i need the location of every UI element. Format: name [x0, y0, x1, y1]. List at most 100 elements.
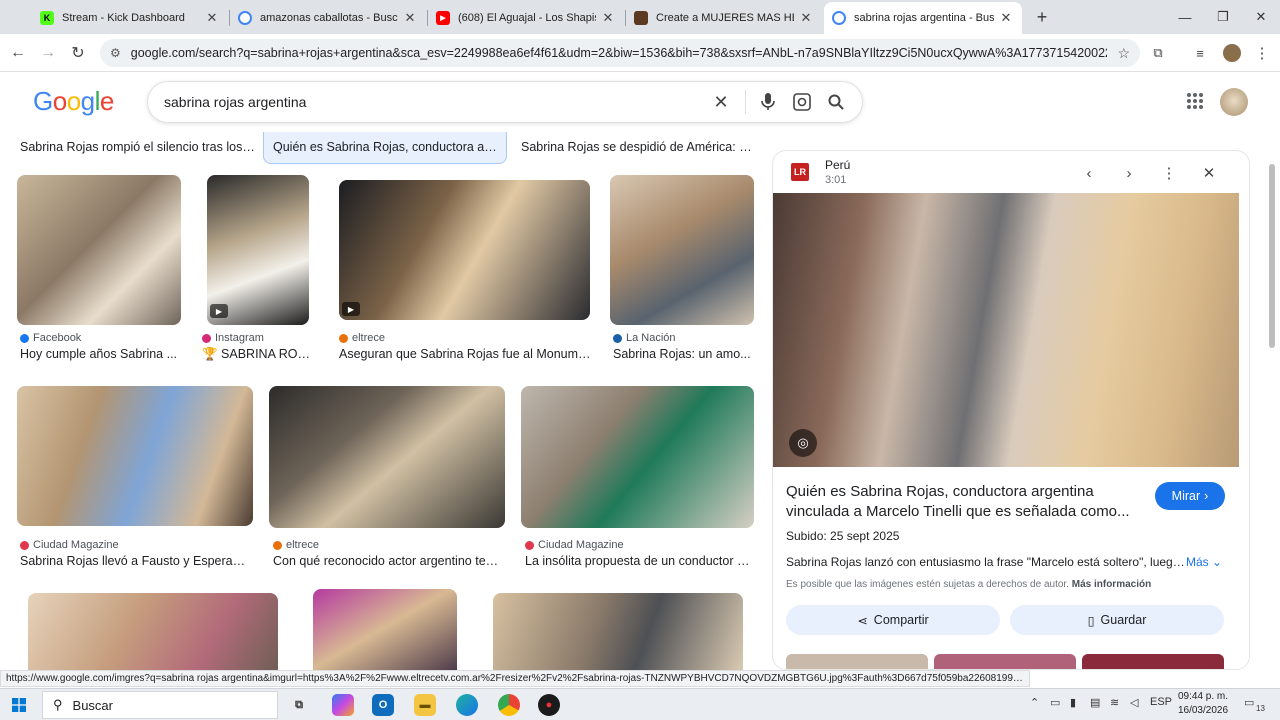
copilot-icon[interactable]: [332, 694, 354, 716]
close-tab-icon[interactable]: ✕: [204, 10, 220, 26]
show-hidden-icons[interactable]: ⌃: [1030, 696, 1039, 709]
video-play-icon: ▶: [342, 302, 360, 316]
tab-sabrina-search[interactable]: sabrina rojas argentina - Buscar ✕: [824, 2, 1022, 34]
close-panel-icon[interactable]: ✕: [1197, 161, 1221, 185]
bookmark-star-icon[interactable]: ☆: [1117, 45, 1130, 62]
windows-start-icon[interactable]: [12, 698, 26, 712]
result-thumbnail[interactable]: [17, 175, 181, 325]
result-thumbnail[interactable]: [610, 175, 754, 325]
lens-search-icon[interactable]: [786, 86, 818, 118]
outlook-icon[interactable]: O: [372, 694, 394, 716]
maximize-button[interactable]: ❐: [1204, 0, 1242, 34]
result-thumbnail[interactable]: [313, 589, 457, 670]
file-explorer-icon[interactable]: ▬: [414, 694, 436, 716]
scrollbar-thumb[interactable]: [1269, 164, 1275, 348]
related-thumbnail[interactable]: [1082, 654, 1224, 669]
tab-label: Create a MUJERES MAS HERMO: [656, 12, 794, 24]
result-source: Instagram: [202, 332, 264, 344]
taskbar-search-label: Buscar: [72, 697, 113, 713]
new-tab-button[interactable]: +: [1023, 0, 1061, 34]
search-icon: ⚲: [53, 697, 63, 712]
result-caption[interactable]: La insólita propuesta de un conductor q.…: [525, 554, 753, 568]
media-controls-icon[interactable]: ≡: [1188, 41, 1212, 65]
result-caption[interactable]: Sabrina Rojas rompió el silencio tras lo…: [20, 140, 255, 172]
more-info-link[interactable]: Más información: [1072, 579, 1151, 590]
watch-button[interactable]: Mirar ›: [1155, 482, 1225, 510]
back-icon[interactable]: ←: [6, 41, 30, 65]
result-caption[interactable]: Sabrina Rojas llevó a Fausto y Esperanz.…: [20, 554, 252, 568]
result-thumbnail[interactable]: [521, 386, 754, 528]
related-thumbnail[interactable]: [786, 654, 928, 669]
share-label: Compartir: [873, 613, 929, 627]
forward-icon[interactable]: →: [36, 41, 60, 65]
chrome-icon[interactable]: [498, 694, 520, 716]
panel-title[interactable]: Quién es Sabrina Rojas, conductora argen…: [786, 482, 1136, 522]
microphone-icon[interactable]: ▮: [1070, 696, 1076, 709]
preview-image[interactable]: ◎: [773, 193, 1239, 467]
lens-icon[interactable]: ◎: [789, 429, 817, 457]
kick-icon: K: [40, 11, 54, 25]
system-clock[interactable]: 09:44 p. m. 16/03/2026: [1172, 690, 1234, 718]
taskbar-search[interactable]: ⚲ Buscar: [42, 691, 278, 719]
result-caption[interactable]: Quién es Sabrina Rojas, conductora ar...: [273, 140, 498, 172]
google-icon: [832, 11, 846, 25]
address-url[interactable]: google.com/search?q=sabrina+rojas+argent…: [131, 46, 1108, 60]
battery-icon[interactable]: ▭: [1050, 696, 1060, 709]
reload-icon[interactable]: ↻: [66, 41, 90, 65]
close-tab-icon[interactable]: ✕: [998, 10, 1014, 26]
google-logo[interactable]: Google: [33, 86, 114, 117]
search-input[interactable]: sabrina rojas argentina: [164, 94, 705, 110]
create-icon: [634, 11, 648, 25]
result-thumbnail[interactable]: [493, 593, 743, 670]
result-caption[interactable]: Hoy cumple años Sabrina ...: [20, 347, 180, 361]
result-thumbnail[interactable]: [17, 386, 253, 526]
panel-source[interactable]: Perú: [825, 158, 850, 172]
extensions-icon[interactable]: ⧉: [1146, 41, 1170, 65]
tab-kick-dashboard[interactable]: K Stream - Kick Dashboard ✕: [32, 2, 228, 34]
input-language[interactable]: ESP: [1150, 696, 1172, 708]
page-scrollbar[interactable]: [1266, 150, 1278, 670]
search-box[interactable]: sabrina rojas argentina ✕: [147, 81, 863, 123]
close-tab-icon[interactable]: ✕: [798, 10, 814, 26]
close-tab-icon[interactable]: ✕: [600, 10, 616, 26]
network-icon[interactable]: ▤: [1090, 696, 1100, 709]
result-caption[interactable]: Con qué reconocido actor argentino ten..…: [273, 554, 501, 568]
result-caption[interactable]: Sabrina Rojas se despidió de América: ¿.…: [521, 140, 753, 172]
preview-panel: LR Perú 3:01 ‹ › ⋮ ✕ ◎ Quién es Sabrina …: [772, 150, 1250, 670]
result-thumbnail[interactable]: [207, 175, 309, 325]
edge-icon[interactable]: [456, 694, 478, 716]
apps-grid-icon[interactable]: [1186, 92, 1206, 112]
result-thumbnail[interactable]: [28, 593, 278, 670]
result-thumbnail[interactable]: [339, 180, 590, 320]
result-caption[interactable]: Sabrina Rojas: un amo...: [613, 347, 753, 361]
close-window-button[interactable]: ✕: [1242, 0, 1280, 34]
save-button[interactable]: ▯ Guardar: [1010, 605, 1224, 635]
address-bar[interactable]: ⚙ google.com/search?q=sabrina+rojas+arge…: [100, 39, 1140, 67]
more-button[interactable]: Más ⌄: [1186, 555, 1222, 569]
wifi-icon[interactable]: ≋: [1110, 696, 1119, 709]
task-view-icon[interactable]: ⧉: [288, 694, 310, 716]
profile-avatar[interactable]: [1220, 41, 1244, 65]
voice-search-icon[interactable]: [752, 86, 784, 118]
minimize-button[interactable]: —: [1166, 0, 1204, 34]
more-options-icon[interactable]: ⋮: [1157, 161, 1181, 185]
share-button[interactable]: ⋖ Compartir: [786, 605, 1000, 635]
browser-menu-icon[interactable]: ⋮: [1250, 41, 1274, 65]
search-icon[interactable]: [820, 86, 852, 118]
obs-icon[interactable]: ●: [538, 694, 560, 716]
result-caption[interactable]: Aseguran que Sabrina Rojas fue al Monume…: [339, 347, 591, 361]
volume-icon[interactable]: ◁: [1130, 696, 1138, 709]
account-avatar[interactable]: [1220, 88, 1248, 116]
related-thumbnail[interactable]: [934, 654, 1076, 669]
result-thumbnail[interactable]: [269, 386, 505, 528]
tab-youtube[interactable]: ▶ (608) El Aguajal - Los Shapis (15 ✕: [428, 2, 624, 34]
result-caption[interactable]: 🏆 SABRINA ROJ...: [202, 347, 314, 362]
notifications-icon[interactable]: ▭ 13: [1244, 696, 1265, 714]
next-icon[interactable]: ›: [1117, 161, 1141, 185]
tab-create[interactable]: Create a MUJERES MAS HERMO ✕: [626, 2, 822, 34]
previous-icon[interactable]: ‹: [1077, 161, 1101, 185]
close-tab-icon[interactable]: ✕: [402, 10, 418, 26]
tab-amazonas-search[interactable]: amazonas caballotas - Buscar co ✕: [230, 2, 426, 34]
site-info-icon[interactable]: ⚙: [110, 46, 121, 60]
clear-search-icon[interactable]: ✕: [705, 86, 737, 118]
